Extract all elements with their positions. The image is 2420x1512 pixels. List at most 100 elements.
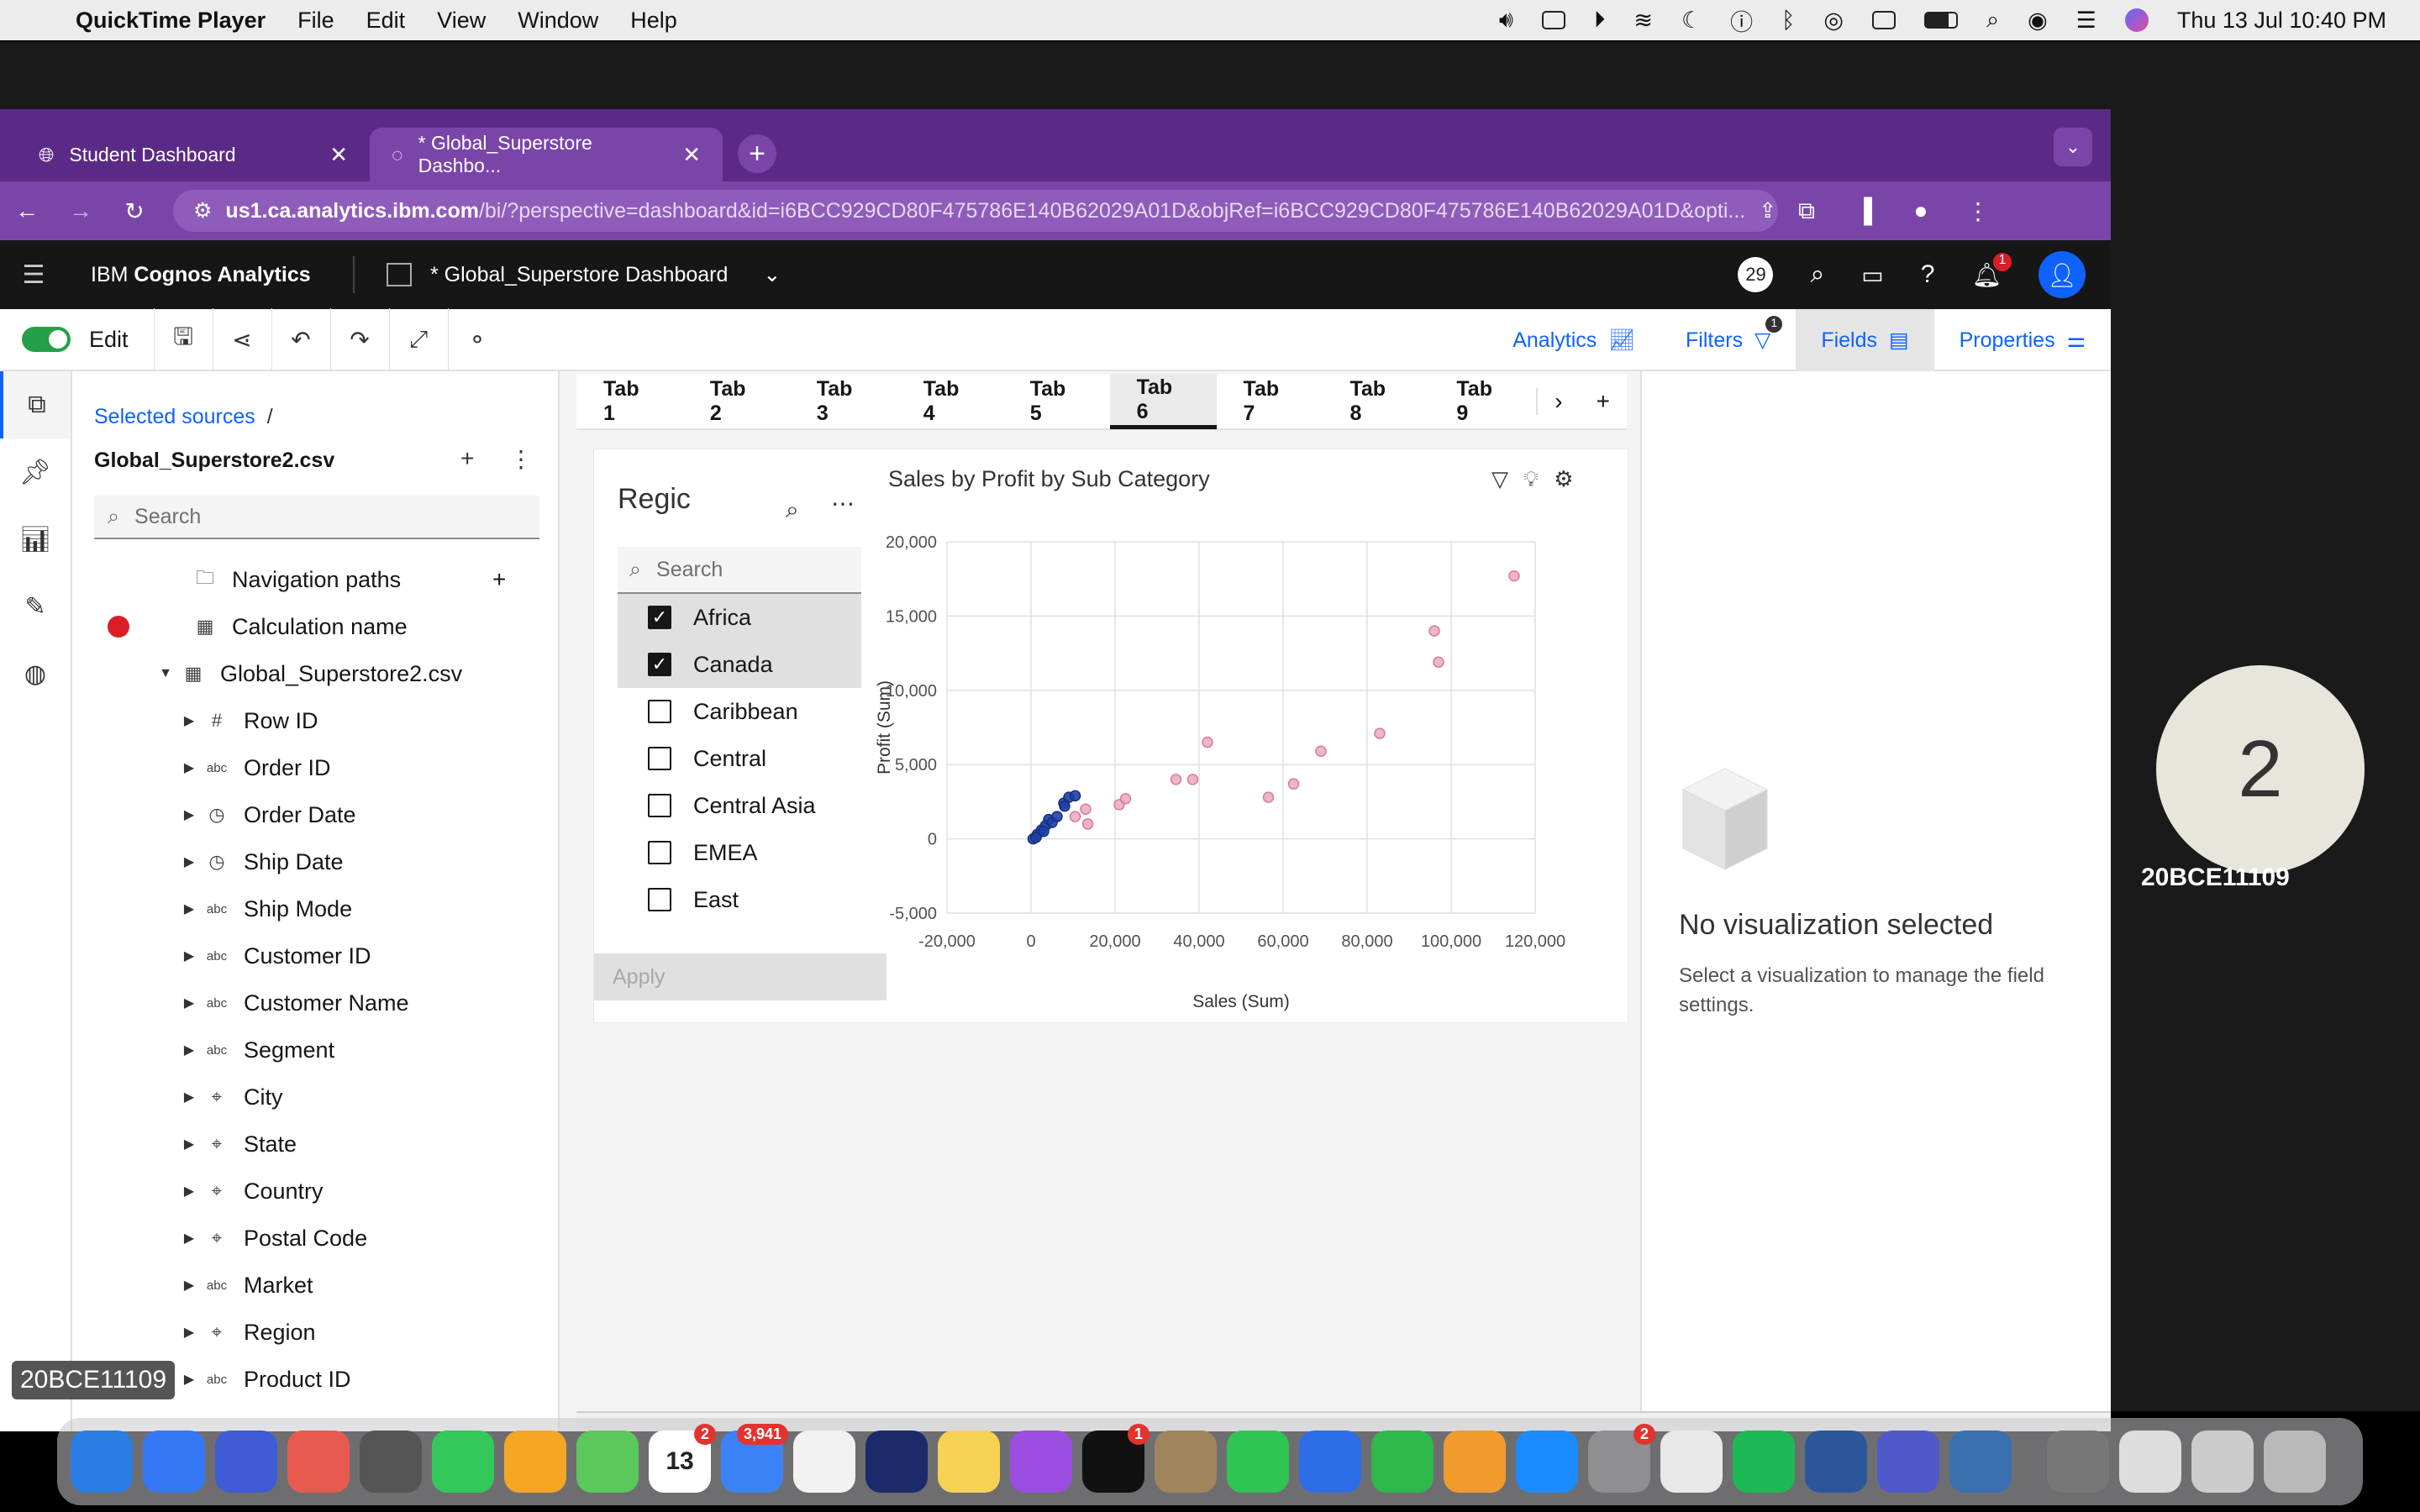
scatter-point[interactable]: [1080, 803, 1092, 815]
menubar-clock[interactable]: Thu 13 Jul 10:40 PM: [2177, 8, 2386, 34]
share-icon[interactable]: ⋖: [212, 308, 271, 370]
dock-app-appstore[interactable]: [1516, 1431, 1578, 1493]
close-tab-icon[interactable]: ✕: [682, 142, 701, 168]
dock-app-mail[interactable]: 3,941: [721, 1424, 788, 1493]
expand-arrow-icon[interactable]: ▶: [176, 948, 202, 964]
dock-app-reminders[interactable]: [793, 1431, 855, 1493]
canvas-tab[interactable]: Tab 6: [1109, 374, 1217, 429]
source-tree-item[interactable]: ▼ ▦ Global_Superstore2.csv: [72, 650, 558, 697]
browser-tab-global-superstore[interactable]: ◌ * Global_Superstore Dashbo... ✕: [370, 128, 723, 181]
source-tree-item[interactable]: ▶ abc Segment: [72, 1026, 558, 1074]
dock-app-vscode-v[interactable]: [865, 1431, 928, 1493]
add-icon[interactable]: +: [460, 445, 474, 472]
dock-app-word[interactable]: [1805, 1431, 1867, 1493]
expand-arrow-icon[interactable]: ▶: [176, 1371, 202, 1388]
widgets-icon[interactable]: ✎: [0, 573, 71, 640]
source-tree-item[interactable]: ▦ Calculation name: [72, 603, 558, 650]
checkbox-unchecked[interactable]: [648, 700, 671, 723]
profile-avatar[interactable]: ●: [1892, 197, 1949, 224]
dock-app-quicktime[interactable]: [1949, 1431, 2012, 1493]
add-navigation-path-icon[interactable]: +: [492, 566, 506, 593]
filter-icon[interactable]: ▽: [1491, 466, 1508, 493]
dock-app-podcasts[interactable]: [1010, 1431, 1072, 1493]
dock-app-messages[interactable]: [432, 1431, 494, 1493]
source-tree-item[interactable]: ▶ ◷ Order Date: [72, 791, 558, 838]
expand-arrow-icon[interactable]: ▶: [176, 759, 202, 776]
edit-toggle[interactable]: [22, 327, 71, 352]
expand-arrow-icon[interactable]: ▶: [176, 995, 202, 1011]
canvas-tab[interactable]: Tab 4: [897, 374, 1003, 429]
canvas-tab[interactable]: Tab 2: [683, 374, 790, 429]
browser-tab-student-dashboard[interactable]: 🌐︎ Student Dashboard ✕: [17, 128, 370, 181]
apply-button[interactable]: Apply: [594, 953, 886, 1000]
hamburger-menu-icon[interactable]: ☰: [0, 260, 67, 290]
fullscreen-icon[interactable]: ⤢: [388, 308, 448, 370]
session-counter[interactable]: 29: [1738, 257, 1774, 292]
menu-view[interactable]: View: [437, 8, 486, 34]
link-icon[interactable]: ⚬: [447, 308, 507, 370]
notification-bell-icon[interactable]: 🔔︎ 1: [1971, 252, 2012, 289]
properties-button[interactable]: Properties ⚌: [1934, 309, 2111, 371]
scatter-point[interactable]: [1069, 811, 1081, 822]
dock-app-window-2[interactable]: [2119, 1431, 2181, 1493]
dock-app-calendar[interactable]: 13 2: [649, 1424, 716, 1493]
expand-arrow-icon[interactable]: ▶: [176, 853, 202, 870]
reload-icon[interactable]: ↻: [108, 197, 161, 225]
source-tree-item[interactable]: ▶ abc Order ID: [72, 744, 558, 791]
canvas-tab[interactable]: Tab 3: [790, 374, 897, 429]
dock-app-facetime[interactable]: [1227, 1431, 1289, 1493]
filter-option[interactable]: Central Asia: [618, 782, 861, 829]
dock-app-tv[interactable]: 1: [1082, 1424, 1150, 1493]
source-tree-item[interactable]: ▶ ⌖ City: [72, 1074, 558, 1121]
play-icon[interactable]: ⏵: [1594, 7, 1606, 34]
scatter-point[interactable]: [1374, 727, 1386, 739]
analytics-button[interactable]: Analytics 📈︎: [1487, 309, 1660, 371]
chart-settings-icon[interactable]: ⚙: [1554, 466, 1573, 493]
dock-app-numbers[interactable]: [1371, 1431, 1434, 1493]
url-field[interactable]: ⚙ us1.ca.analytics.ibm.com/bi/?perspecti…: [173, 190, 1778, 232]
source-tree-item[interactable]: ▶ ⌖ State: [72, 1121, 558, 1168]
search-icon[interactable]: ⌕: [1810, 260, 1824, 289]
expand-arrow-icon[interactable]: ▶: [176, 1324, 202, 1341]
source-tree-item[interactable]: ▶ abc Customer ID: [72, 932, 558, 979]
expand-arrow-icon[interactable]: ▶: [176, 1183, 202, 1200]
user-avatar[interactable]: 👤︎: [2039, 251, 2086, 298]
source-tree-item[interactable]: ▶ ⌖ Postal Code: [72, 1215, 558, 1262]
dock-app-safari[interactable]: [143, 1431, 205, 1493]
canvas-tab[interactable]: Tab 1: [576, 374, 683, 429]
chat-icon[interactable]: ▭: [1861, 261, 1883, 289]
dock-app-window-1[interactable]: [2047, 1431, 2109, 1493]
checkbox-unchecked[interactable]: [648, 747, 671, 770]
insights-bulb-icon[interactable]: 💡︎: [1523, 466, 1539, 493]
filter-option[interactable]: Central: [618, 735, 861, 782]
menu-help[interactable]: Help: [630, 8, 677, 34]
filter-option[interactable]: East: [618, 876, 861, 913]
source-tree-item[interactable]: ▶ ⌖ Country: [72, 1168, 558, 1215]
search-icon[interactable]: ⌕: [786, 496, 799, 524]
filter-option[interactable]: ✓ Africa: [618, 594, 861, 641]
expand-arrow-icon[interactable]: ▶: [176, 1136, 202, 1152]
sidebar-icon[interactable]: ▐: [1835, 197, 1892, 224]
tab-search-button[interactable]: ⌄: [2054, 128, 2092, 166]
assistant-icon[interactable]: ◍: [0, 640, 71, 707]
next-tabs-icon[interactable]: ›: [1536, 388, 1579, 415]
source-tree-item[interactable]: ▶ abc Market: [72, 1262, 558, 1309]
scatter-point[interactable]: [1186, 774, 1199, 785]
expand-arrow-icon[interactable]: ▶: [176, 1277, 202, 1294]
airdrop-icon[interactable]: ◎: [1823, 8, 1844, 34]
scatter-point[interactable]: [1069, 790, 1081, 802]
checkbox-unchecked[interactable]: [648, 841, 671, 864]
canvas-tab[interactable]: Tab 5: [1003, 374, 1110, 429]
volume-icon[interactable]: 🔊︎: [1499, 7, 1513, 34]
scatter-point[interactable]: [1059, 800, 1071, 812]
source-tree-item[interactable]: ▶ abc Ship Mode: [72, 885, 558, 932]
chevron-down-icon[interactable]: ⌄: [763, 262, 781, 287]
expand-arrow-icon[interactable]: ▶: [176, 712, 202, 729]
dock-app-notes[interactable]: [938, 1431, 1000, 1493]
scatter-point[interactable]: [1433, 656, 1444, 668]
scatter-point[interactable]: [1170, 774, 1182, 785]
collapse-arrow-icon[interactable]: ▼: [153, 666, 178, 681]
redo-icon[interactable]: ↷: [329, 308, 389, 370]
source-tree-item[interactable]: ▶ ⌖ Region: [72, 1309, 558, 1356]
expand-arrow-icon[interactable]: ▶: [176, 1230, 202, 1247]
